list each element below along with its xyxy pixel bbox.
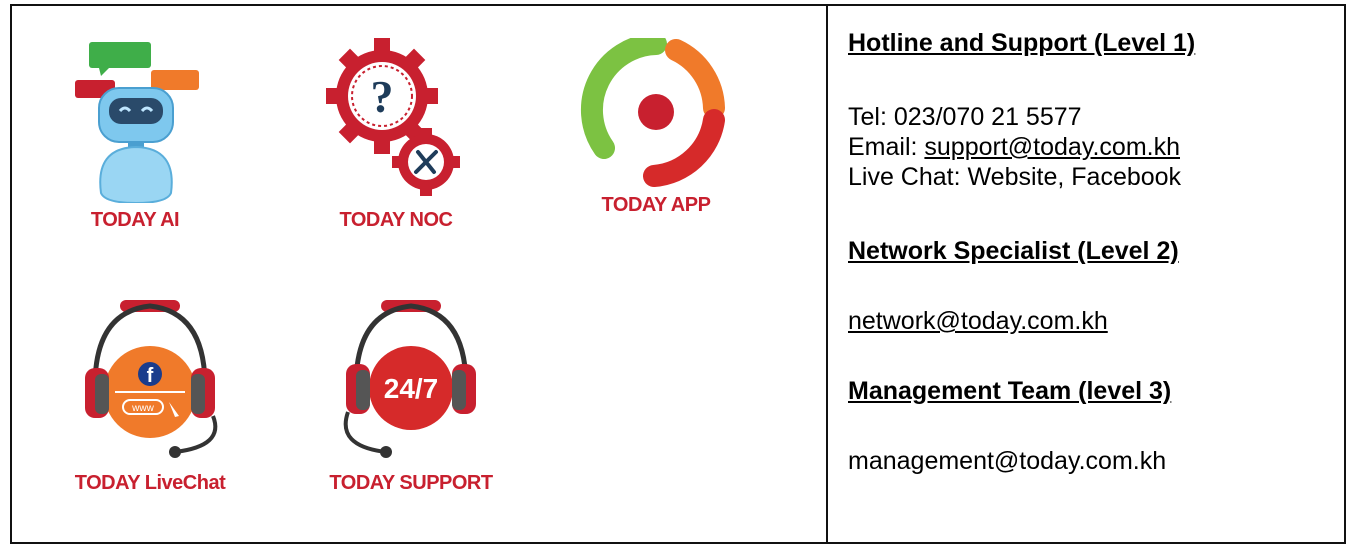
- robot-chat-icon: [75, 42, 199, 203]
- svg-text:f: f: [147, 365, 154, 387]
- level2-heading: Network Specialist (Level 2): [848, 237, 1179, 265]
- app-tile-today-support[interactable]: 24/7 TODAY SUPPORT: [304, 296, 518, 495]
- app-tile-today-ai[interactable]: TODAY AI: [60, 38, 210, 232]
- chat-label: Live Chat:: [848, 163, 968, 191]
- app-label: TODAY SUPPORT: [329, 472, 493, 494]
- chat-line: Live Chat: Website, Facebook: [848, 162, 1328, 192]
- headset-facebook-icon: f www: [85, 300, 218, 458]
- gears-question-icon: ?: [326, 38, 460, 196]
- support-email-link[interactable]: support@today.com.kh: [924, 133, 1180, 161]
- tel-line: Tel: 023/070 21 5577: [848, 102, 1328, 132]
- headset-247-icon: 24/7: [343, 300, 476, 458]
- email-line: Email: support@today.com.kh: [848, 132, 1328, 162]
- tel-label: Tel:: [848, 103, 894, 131]
- app-label: TODAY NOC: [339, 209, 453, 231]
- svg-text:?: ?: [371, 71, 394, 122]
- app-tile-today-noc[interactable]: ? TODAY NOC: [316, 38, 476, 232]
- app-label: TODAY LiveChat: [74, 472, 226, 494]
- tel-number[interactable]: 023/070 21 5577: [894, 103, 1082, 131]
- svg-text:24/7: 24/7: [384, 373, 439, 404]
- level1-heading: Hotline and Support (Level 1): [848, 29, 1196, 57]
- column-divider: [826, 4, 828, 544]
- app-tile-today-app[interactable]: TODAY APP: [566, 38, 746, 217]
- support-contacts: Hotline and Support (Level 1) Tel: 023/0…: [848, 28, 1328, 476]
- app-label: TODAY AI: [90, 209, 180, 231]
- chat-channels: Website, Facebook: [967, 163, 1182, 191]
- svg-text:www: www: [131, 403, 154, 414]
- level3-heading: Management Team (level 3): [848, 377, 1172, 405]
- app-tile-today-livechat[interactable]: f www TODAY LiveChat: [44, 296, 256, 495]
- management-email[interactable]: management@today.com.kh: [848, 447, 1166, 475]
- email-label: Email:: [848, 133, 925, 161]
- app-label: TODAY APP: [601, 194, 711, 216]
- app-logo-icon: [580, 38, 725, 187]
- network-email-link[interactable]: network@today.com.kh: [848, 307, 1108, 335]
